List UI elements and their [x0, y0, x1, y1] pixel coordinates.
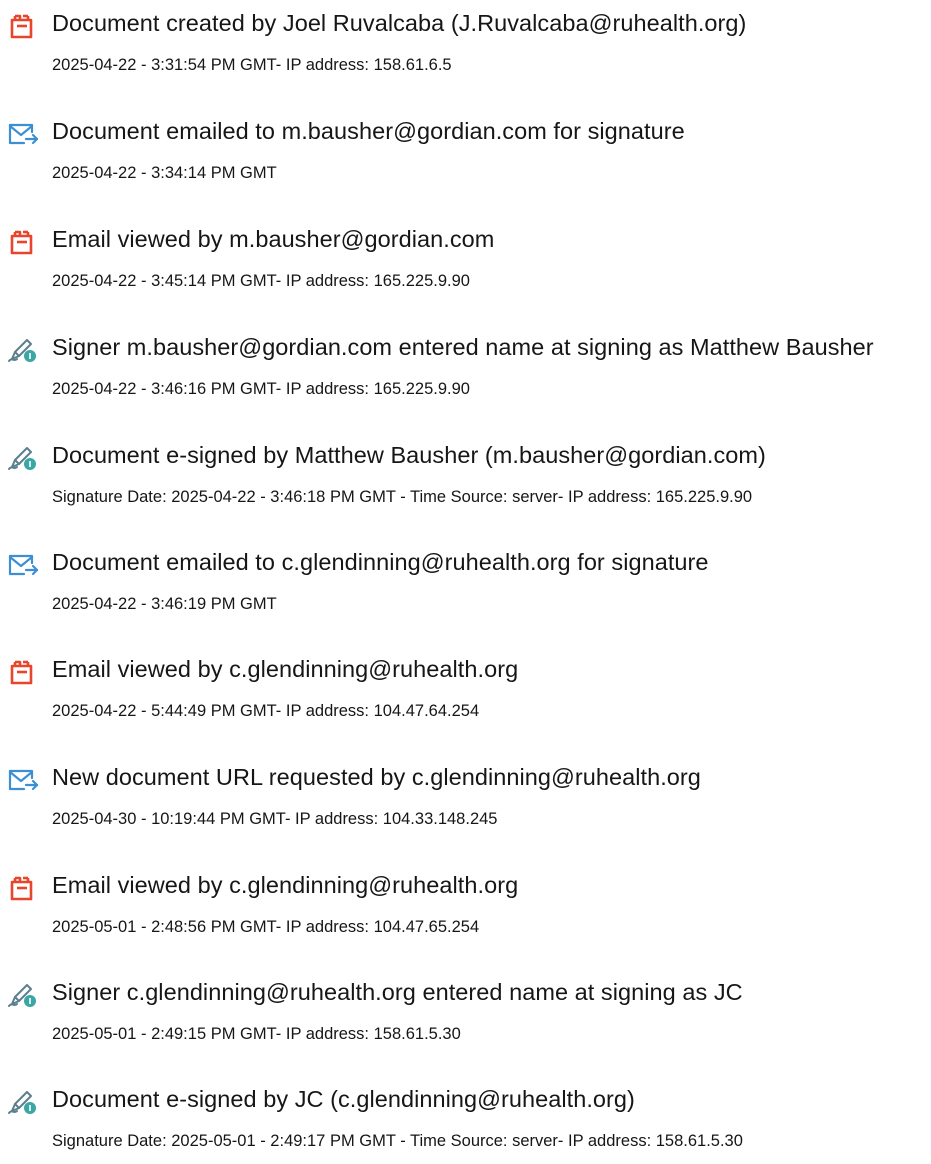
event-title: Email viewed by c.glendinning@ruhealth.o…: [52, 872, 519, 898]
audit-event: Signer c.glendinning@ruhealth.org entere…: [0, 977, 931, 1057]
audit-event: Document e-signed by Matthew Bausher (m.…: [0, 440, 931, 520]
audit-event: New document URL requested by c.glendinn…: [0, 762, 931, 842]
event-detail: 2025-04-30 - 10:19:44 PM GMT- IP address…: [52, 810, 498, 828]
event-title: Signer c.glendinning@ruhealth.org entere…: [52, 979, 743, 1005]
event-detail: 2025-05-01 - 2:49:15 PM GMT- IP address:…: [52, 1025, 461, 1043]
document-viewed-icon: [6, 873, 40, 903]
event-detail: 2025-04-22 - 5:44:49 PM GMT- IP address:…: [52, 702, 480, 720]
email-sent-icon: [6, 550, 40, 580]
audit-event: Document emailed to m.bausher@gordian.co…: [0, 116, 931, 196]
event-detail: Signature Date: 2025-05-01 - 2:49:17 PM …: [52, 1132, 743, 1150]
audit-trail-list: Document created by Joel Ruvalcaba (J.Ru…: [0, 0, 931, 1150]
audit-event: Email viewed by c.glendinning@ruhealth.o…: [0, 654, 931, 734]
event-detail: 2025-04-22 - 3:31:54 PM GMT- IP address:…: [52, 56, 452, 74]
signature-pen-icon: [6, 980, 40, 1010]
event-detail: 2025-04-22 - 3:45:14 PM GMT- IP address:…: [52, 272, 470, 290]
signature-pen-icon: [6, 443, 40, 473]
signature-pen-icon: [6, 1087, 40, 1117]
event-title: Document emailed to c.glendinning@ruheal…: [52, 549, 709, 575]
event-detail: Signature Date: 2025-04-22 - 3:46:18 PM …: [52, 488, 753, 506]
event-detail: 2025-04-22 - 3:46:19 PM GMT: [52, 595, 277, 613]
event-title: Document e-signed by JC (c.glendinning@r…: [52, 1086, 635, 1112]
audit-event: Signer m.bausher@gordian.com entered nam…: [0, 332, 931, 412]
event-title: Document e-signed by Matthew Bausher (m.…: [52, 442, 766, 468]
signature-pen-icon: [6, 335, 40, 365]
audit-event: Document e-signed by JC (c.glendinning@r…: [0, 1084, 931, 1164]
event-detail: 2025-04-22 - 3:34:14 PM GMT: [52, 164, 277, 182]
event-title: Email viewed by c.glendinning@ruhealth.o…: [52, 656, 519, 682]
event-title: Document created by Joel Ruvalcaba (J.Ru…: [52, 10, 747, 36]
event-title: Signer m.bausher@gordian.com entered nam…: [52, 334, 874, 360]
event-detail: 2025-05-01 - 2:48:56 PM GMT- IP address:…: [52, 918, 480, 936]
audit-event: Document emailed to c.glendinning@ruheal…: [0, 547, 931, 627]
event-title: Document emailed to m.bausher@gordian.co…: [52, 118, 685, 144]
audit-event: Email viewed by c.glendinning@ruhealth.o…: [0, 870, 931, 950]
document-viewed-icon: [6, 657, 40, 687]
event-detail: 2025-04-22 - 3:46:16 PM GMT- IP address:…: [52, 380, 470, 398]
email-sent-icon: [6, 765, 40, 795]
email-sent-icon: [6, 119, 40, 149]
audit-event: Document created by Joel Ruvalcaba (J.Ru…: [0, 8, 931, 88]
event-title: New document URL requested by c.glendinn…: [52, 764, 701, 790]
audit-event: Email viewed by m.bausher@gordian.com 20…: [0, 224, 931, 304]
document-created-icon: [6, 11, 40, 41]
event-title: Email viewed by m.bausher@gordian.com: [52, 226, 495, 252]
document-viewed-icon: [6, 227, 40, 257]
